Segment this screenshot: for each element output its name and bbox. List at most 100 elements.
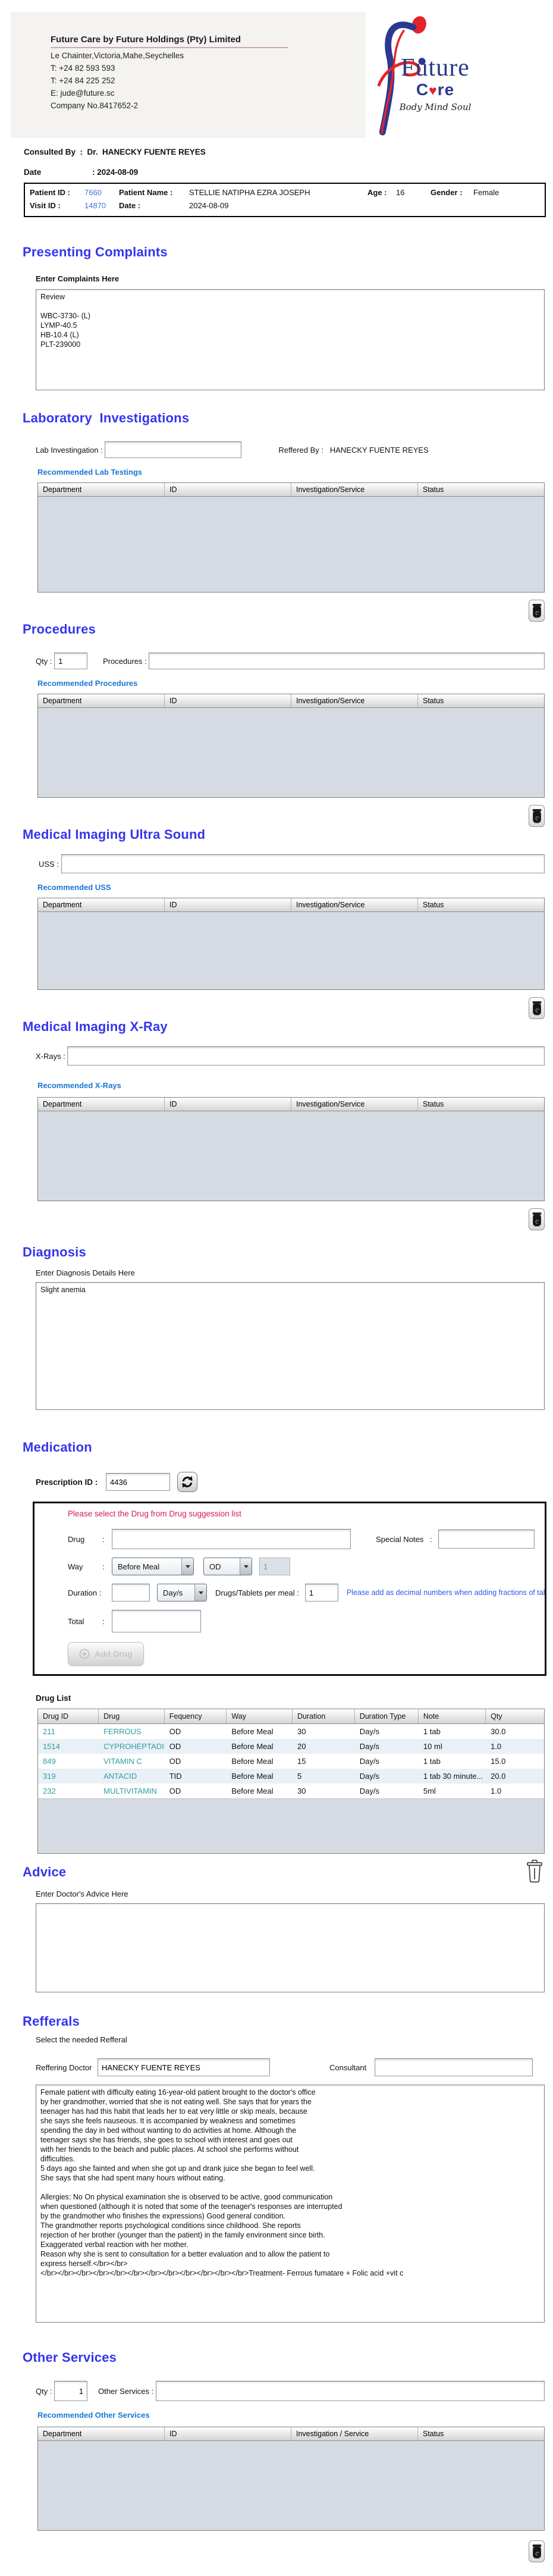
section-title-ultrasound: Medical Imaging Ultra Sound	[23, 827, 553, 842]
delete-other-service-button[interactable]	[529, 2540, 545, 2562]
special-notes-label: Special Notes :	[376, 1535, 432, 1544]
recommended-xray-label: Recommended X-Rays	[37, 1081, 553, 1090]
referral-notes-textarea[interactable]: Female patient with difficulty eating 16…	[36, 2085, 545, 2323]
section-title-laboratory: Laboratory Investigations	[23, 410, 553, 426]
frequency-select[interactable]: OD	[203, 1557, 252, 1575]
duration-type-cell: Day/s	[355, 1739, 419, 1754]
column-header: Way	[227, 1709, 293, 1723]
lab-delete-row	[0, 600, 545, 622]
gender-value: Female	[473, 188, 499, 197]
way-cell: Before Meal	[227, 1769, 293, 1784]
referred-by-label: Reffered By :	[278, 446, 329, 455]
prescription-id-input[interactable]	[106, 1473, 170, 1491]
visit-date-value: 2024-08-09	[189, 201, 229, 210]
column-header: Department	[38, 2427, 165, 2440]
consultant-input[interactable]	[375, 2058, 533, 2076]
column-header: Investigation/Service	[291, 898, 418, 911]
xray-label: X-Rays :	[36, 1052, 67, 1061]
drug-list-row[interactable]: 319 ANTACID TID Before Meal 5 Day/s 1 ta…	[38, 1769, 544, 1784]
column-header: Investigation/Service	[291, 483, 418, 496]
referring-doctor-input[interactable]	[98, 2058, 270, 2076]
drug-name-cell: VITAMIN C	[99, 1754, 165, 1769]
column-header: Investigation/Service	[291, 694, 418, 707]
logo-care-c: C	[416, 80, 429, 99]
delete-lab-item-button[interactable]	[529, 600, 545, 622]
procedures-qty-input[interactable]	[54, 653, 87, 669]
frequency-selected-value: OD	[204, 1558, 240, 1575]
other-services-qty-input[interactable]	[54, 2381, 87, 2401]
xray-input[interactable]	[67, 1046, 545, 1066]
drug-list-label: Drug List	[36, 1694, 553, 1703]
duration-type-cell: Day/s	[355, 1754, 419, 1769]
delete-uss-button[interactable]	[529, 997, 545, 1019]
column-header: ID	[165, 2427, 291, 2440]
colon: :	[102, 1535, 112, 1544]
diagnosis-textarea[interactable]: Slight anemia	[36, 1282, 545, 1410]
section-title-procedures: Procedures	[23, 622, 553, 637]
column-header: Status	[418, 483, 544, 496]
delete-xray-button[interactable]	[529, 1208, 545, 1230]
duration-type-cell: Day/s	[355, 1724, 419, 1739]
duration-type-select[interactable]: Day/s	[157, 1584, 207, 1602]
prescription-id-label: Prescription ID :	[36, 1478, 106, 1487]
advice-textarea[interactable]	[36, 1903, 545, 1992]
column-header: Department	[38, 1098, 165, 1111]
note-cell: 5ml	[419, 1784, 486, 1798]
complaints-textarea[interactable]: Review WBC-3730- (L) LYMP-40.5 HB-10.4 (…	[36, 289, 545, 390]
section-title-medication: Medication	[23, 1440, 553, 1455]
way-label: Way	[68, 1562, 102, 1571]
column-header: Duration Type	[355, 1709, 419, 1723]
logo-care-re: re	[438, 80, 454, 99]
uss-input[interactable]	[61, 854, 545, 873]
per-meal-input[interactable]	[305, 1584, 338, 1602]
drug-list-row[interactable]: 232 MULTIVITAMIN OD Before Meal 30 Day/s…	[38, 1784, 544, 1798]
note-cell: 1 tab	[419, 1754, 486, 1769]
logo-wordmark: Future	[387, 55, 483, 81]
consulted-by-value: Dr. HANECKY FUENTE REYES	[87, 148, 206, 156]
section-title-other-services: Other Services	[23, 2350, 553, 2365]
uss-table-body	[38, 912, 544, 989]
other-services-form-row: Qty : Other Services :	[36, 2381, 553, 2401]
xray-form-row: X-Rays :	[36, 1046, 553, 1066]
other-services-input[interactable]	[156, 2381, 545, 2401]
drug-list-header: Drug ID Drug Fequency Way Duration Durat…	[38, 1709, 544, 1724]
trash-icon	[532, 2544, 542, 2559]
column-header: Department	[38, 483, 165, 496]
add-drug-button[interactable]: Add Drug	[68, 1642, 144, 1666]
xray-table-body	[38, 1111, 544, 1201]
total-input[interactable]	[112, 1610, 201, 1632]
drug-list-row[interactable]: 211 FERROUS OD Before Meal 30 Day/s 1 ta…	[38, 1724, 544, 1739]
drug-name-cell: ANTACID	[99, 1769, 165, 1784]
column-header: ID	[165, 1098, 291, 1111]
duration-input[interactable]	[112, 1584, 150, 1602]
drug-label: Drug	[68, 1535, 102, 1544]
delete-procedure-button[interactable]	[529, 805, 545, 827]
column-header: ID	[165, 694, 291, 707]
column-header: Duration	[293, 1709, 355, 1723]
frequency-cell: TID	[165, 1769, 227, 1784]
way-select[interactable]: Before Meal	[112, 1557, 194, 1575]
drug-id-cell: 211	[38, 1724, 99, 1739]
drug-list-row[interactable]: 849 VITAMIN C OD Before Meal 15 Day/s 1 …	[38, 1754, 544, 1769]
plus-icon	[79, 1649, 90, 1659]
duration-cell: 20	[293, 1739, 355, 1754]
delete-advice-button[interactable]	[524, 1859, 545, 1885]
logo-care-wordmark: C♥re	[387, 81, 483, 99]
drug-list-row[interactable]: 1514 CYPROHEPTADIN OD Before Meal 20 Day…	[38, 1739, 544, 1754]
special-notes-input[interactable]	[438, 1530, 535, 1549]
consulted-by-label: Consulted By :	[24, 148, 87, 156]
lab-investigation-input[interactable]	[105, 441, 241, 458]
company-phone-2: T: +24 84 225 252	[51, 76, 288, 86]
advice-label: Enter Doctor's Advice Here	[36, 1889, 553, 1898]
qty-cell: 30.0	[486, 1724, 544, 1739]
drug-entry-panel: Please select the Drug from Drug suggess…	[33, 1502, 546, 1676]
procedures-input[interactable]	[149, 653, 545, 669]
frequency-cell: OD	[165, 1754, 227, 1769]
visit-date-label: Date :	[119, 201, 189, 210]
other-services-table: Department ID Investigation / Service St…	[37, 2427, 545, 2531]
per-meal-label: Drugs/Tablets per meal :	[215, 1588, 299, 1597]
drug-input[interactable]	[112, 1529, 351, 1549]
refresh-prescription-button[interactable]	[177, 1472, 197, 1492]
way-cell: Before Meal	[227, 1754, 293, 1769]
referring-doctor-label: Reffering Doctor	[36, 2063, 94, 2072]
